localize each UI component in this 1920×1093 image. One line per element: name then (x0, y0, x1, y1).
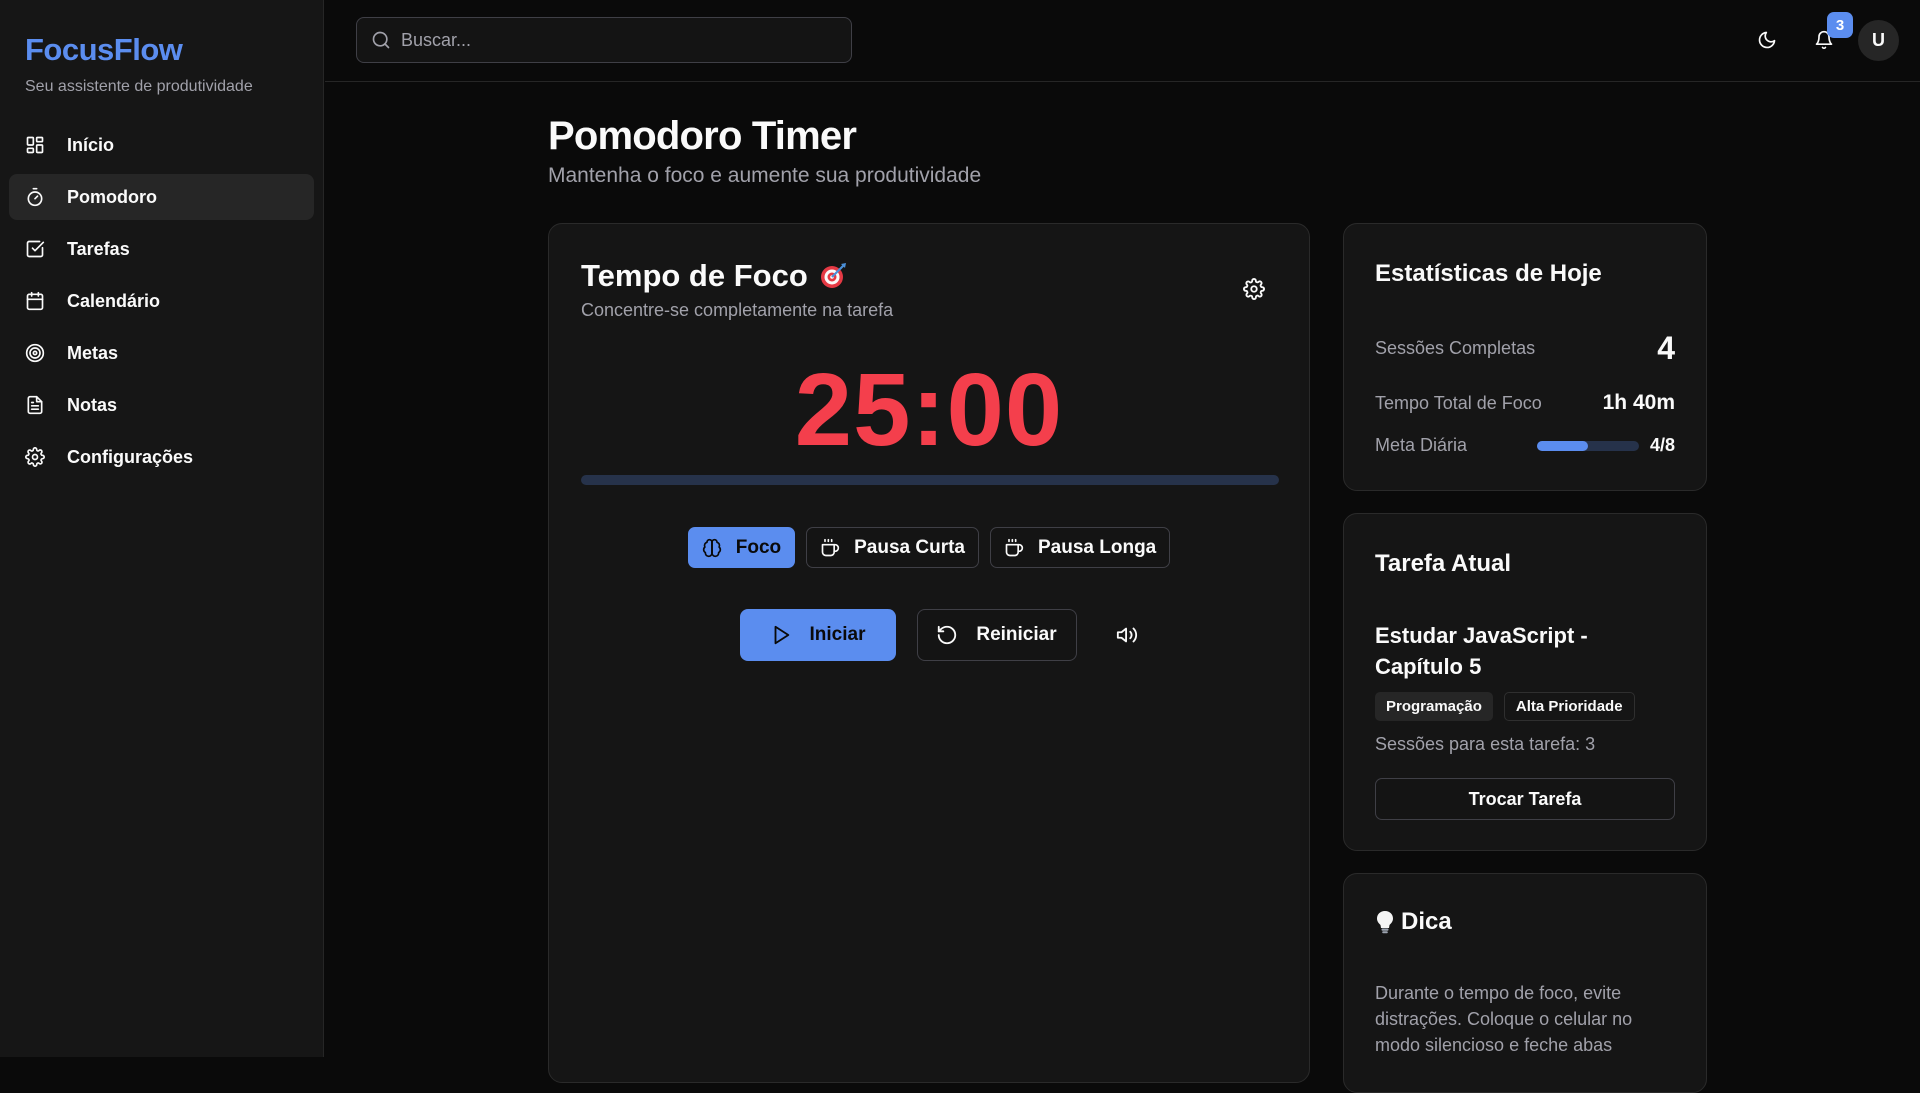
sidebar-item-pomodoro[interactable]: Pomodoro (9, 174, 314, 220)
stat-total-time: Tempo Total de Foco 1h 40m (1375, 391, 1675, 415)
timer-card: Tempo de Foco Concentre-se completamente… (548, 223, 1310, 1083)
gear-icon (1243, 278, 1267, 300)
target-icon (25, 343, 45, 363)
moon-icon (1757, 30, 1777, 50)
search-bar[interactable] (356, 17, 852, 63)
avatar[interactable]: U (1858, 20, 1899, 61)
goal-progress-bar (1536, 440, 1639, 451)
coffee-icon (1004, 538, 1024, 558)
stat-label: Tempo Total de Foco (1375, 392, 1542, 413)
grid-icon (25, 135, 45, 155)
sidebar-nav: Início Pomodoro Tarefas Calendário Metas (0, 122, 323, 480)
task-card-title: Tarefa Atual (1375, 550, 1512, 577)
tag-category: Programação (1375, 692, 1493, 721)
timer-card-title: Tempo de Foco (581, 258, 848, 294)
sidebar-item-tarefas[interactable]: Tarefas (9, 226, 314, 272)
mode-label: Pausa Longa (1038, 536, 1157, 558)
dart-target-icon (818, 261, 848, 291)
timer-card-subtitle: Concentre-se completamente na tarefa (581, 300, 894, 320)
sidebar-item-metas[interactable]: Metas (9, 330, 314, 376)
play-icon (770, 624, 792, 646)
goal-progress-fill (1536, 440, 1588, 451)
task-name: Estudar JavaScript - Capítulo 5 (1375, 623, 1588, 679)
task-sessions: Sessões para esta tarefa: 3 (1375, 734, 1596, 754)
theme-toggle-button[interactable] (1747, 20, 1787, 60)
swap-task-button[interactable]: Trocar Tarefa (1375, 778, 1675, 820)
tip-text: Durante o tempo de foco, evite distraçõe… (1375, 983, 1633, 1055)
top-header: 3 U (325, 0, 1920, 82)
start-button[interactable]: Iniciar (739, 609, 896, 661)
reset-label: Reiniciar (976, 624, 1057, 645)
lightbulb-icon (1375, 909, 1395, 935)
tag-priority: Alta Prioridade (1503, 692, 1635, 721)
timer-settings-button[interactable] (1243, 278, 1267, 302)
sound-toggle-button[interactable] (1107, 615, 1147, 655)
timer-actions: Iniciar Reiniciar (549, 609, 1309, 661)
timer-progress-bar (581, 475, 1279, 485)
timer-icon (25, 187, 45, 207)
mode-label: Foco (735, 536, 782, 558)
tip-title-text: Dica (1401, 908, 1452, 935)
timer-card-title-text: Tempo de Foco (581, 258, 808, 293)
stat-value: 4 (1657, 330, 1675, 366)
search-icon (371, 30, 391, 50)
notification-badge: 3 (1827, 12, 1853, 38)
stat-label: Meta Diária (1375, 435, 1468, 455)
sidebar-item-label: Metas (67, 342, 119, 363)
app-tagline: Seu assistente de produtividade (25, 78, 253, 95)
stats-card: Estatísticas de Hoje Sessões Completas 4… (1343, 223, 1707, 491)
stat-label: Sessões Completas (1375, 338, 1536, 358)
sidebar-item-label: Notas (67, 394, 118, 415)
sidebar-item-inicio[interactable]: Início (9, 122, 314, 168)
stats-title: Estatísticas de Hoje (1375, 260, 1602, 287)
sidebar-item-label: Pomodoro (67, 186, 157, 207)
volume-icon (1116, 624, 1138, 646)
page-subtitle: Mantenha o foco e aumente sua produtivid… (548, 164, 982, 187)
search-input[interactable] (401, 29, 841, 51)
current-task-card: Tarefa Atual Estudar JavaScript - Capítu… (1343, 513, 1707, 851)
mode-pausa-curta-button[interactable]: Pausa Curta (806, 527, 979, 568)
page-title: Pomodoro Timer (548, 114, 857, 158)
coffee-icon (820, 538, 840, 558)
reset-button[interactable]: Reiniciar (916, 609, 1077, 661)
tip-title: Dica (1375, 908, 1452, 936)
tip-card: Dica Durante o tempo de foco, evite dist… (1343, 873, 1707, 1093)
sidebar-item-label: Início (67, 134, 115, 155)
stat-value: 1h 40m (1602, 391, 1675, 414)
goal-progress-group: 4/8 (1536, 435, 1675, 456)
start-label: Iniciar (809, 624, 866, 645)
sidebar-item-configuracoes[interactable]: Configurações (9, 434, 314, 480)
sidebar-item-calendario[interactable]: Calendário (9, 278, 314, 324)
rotate-ccw-icon (936, 624, 958, 646)
sidebar-item-label: Calendário (67, 290, 161, 311)
sidebar-item-label: Tarefas (67, 238, 130, 259)
sidebar-item-label: Configurações (67, 446, 194, 467)
mode-pausa-longa-button[interactable]: Pausa Longa (990, 527, 1171, 568)
sidebar-item-notas[interactable]: Notas (9, 382, 314, 428)
task-tags: Programação Alta Prioridade (1375, 692, 1635, 721)
brain-icon (702, 538, 722, 558)
checkbox-icon (25, 239, 45, 259)
calendar-icon (25, 291, 45, 311)
mode-selector: Foco Pausa Curta Pausa Longa (549, 527, 1309, 568)
app-logo-title[interactable]: FocusFlow (25, 32, 298, 68)
stat-value: 4/8 (1649, 435, 1675, 455)
gear-icon (25, 447, 45, 467)
brand: FocusFlow Seu assistente de produtividad… (0, 0, 323, 96)
stat-daily-goal: Meta Diária 4/8 (1375, 435, 1675, 456)
timer-display: 25:00 (794, 352, 1064, 467)
mode-foco-button[interactable]: Foco (687, 527, 796, 568)
document-icon (25, 395, 45, 415)
mode-label: Pausa Curta (854, 536, 965, 558)
sidebar: FocusFlow Seu assistente de produtividad… (0, 0, 324, 1057)
stat-sessions: Sessões Completas 4 (1375, 330, 1675, 367)
